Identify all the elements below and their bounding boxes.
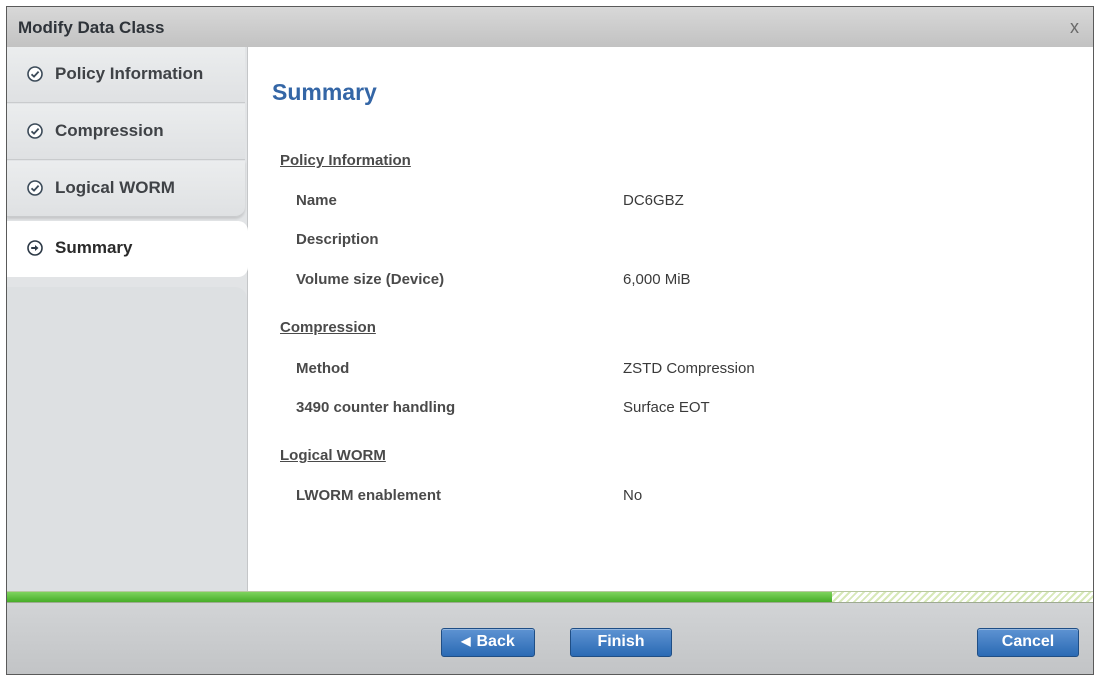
- step-label: Compression: [55, 121, 164, 140]
- row-value-counter-handling: Surface EOT: [623, 399, 710, 416]
- wizard-progress-bar: [7, 591, 1093, 603]
- row-value-method: ZSTD Compression: [623, 360, 755, 377]
- step-label: Policy Information: [55, 64, 204, 83]
- check-circle-icon: [27, 123, 43, 139]
- back-button-label: Back: [476, 633, 515, 650]
- row-value-name: DC6GBZ: [623, 192, 684, 209]
- step-logical-worm[interactable]: Logical WORM: [7, 161, 245, 217]
- dialog-title-bar: Modify Data Class x: [7, 7, 1093, 48]
- close-icon[interactable]: x: [1070, 17, 1079, 38]
- step-compression[interactable]: Compression: [7, 104, 245, 160]
- check-circle-icon: [27, 66, 43, 82]
- section-title-policy-information: Policy Information: [280, 152, 411, 169]
- back-button[interactable]: ◀ Back: [441, 628, 535, 657]
- row-label-description: Description: [296, 231, 379, 248]
- section-title-compression: Compression: [280, 319, 376, 336]
- row-label-counter-handling: 3490 counter handling: [296, 399, 456, 416]
- dialog-footer: ◀ Back Finish Cancel: [7, 603, 1093, 674]
- summary-panel: Summary Policy Information Name DC6GBZ D…: [248, 47, 1093, 591]
- wizard-steps-sidebar: Policy Information Compression Logical W…: [7, 47, 248, 591]
- left-triangle-icon: ◀: [461, 634, 471, 648]
- row-value-lworm-enablement: No: [623, 487, 643, 504]
- modify-data-class-dialog: Modify Data Class x Policy Information C…: [6, 6, 1094, 675]
- check-circle-icon: [27, 180, 43, 196]
- sidebar-empty-area: [7, 287, 247, 591]
- step-policy-information[interactable]: Policy Information: [7, 47, 245, 103]
- finish-button[interactable]: Finish: [570, 628, 672, 657]
- row-label-name: Name: [296, 192, 337, 209]
- section-title-logical-worm: Logical WORM: [280, 447, 386, 464]
- step-label: Logical WORM: [55, 178, 175, 197]
- page-title: Summary: [272, 79, 377, 105]
- row-label-lworm-enablement: LWORM enablement: [296, 487, 442, 504]
- cancel-button[interactable]: Cancel: [977, 628, 1079, 657]
- step-summary[interactable]: Summary: [7, 221, 248, 277]
- progress-fill: [7, 592, 833, 602]
- row-label-method: Method: [296, 360, 350, 377]
- row-value-volume-size: 6,000 MiB: [623, 271, 691, 288]
- arrow-circle-icon: [27, 240, 43, 256]
- step-label: Summary: [55, 238, 133, 257]
- dialog-title: Modify Data Class: [18, 18, 165, 37]
- row-label-volume-size: Volume size (Device): [296, 271, 445, 288]
